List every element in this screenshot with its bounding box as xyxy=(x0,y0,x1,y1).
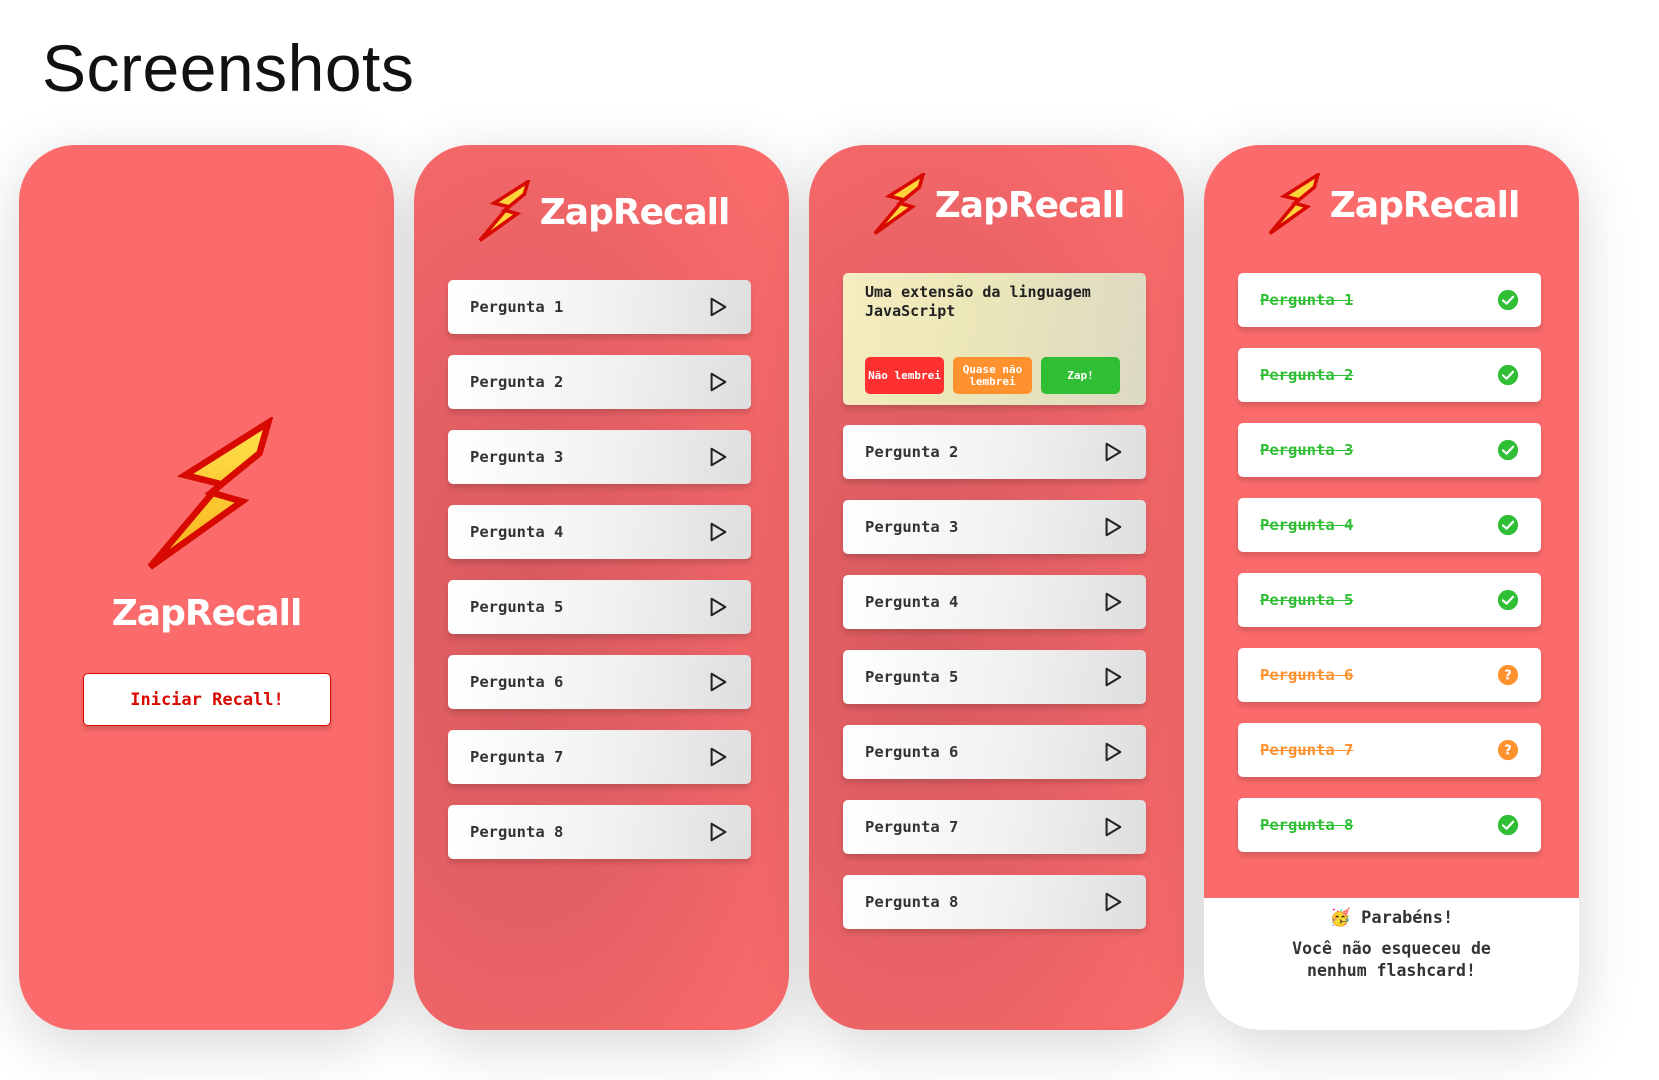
flashcard-label: Pergunta 1 xyxy=(1260,291,1354,309)
flashcard-closed[interactable]: Pergunta 6 xyxy=(843,725,1146,779)
flashcard-label: Pergunta 3 xyxy=(1260,441,1354,459)
play-icon[interactable] xyxy=(707,446,729,468)
app-name: ZapRecall xyxy=(111,593,303,634)
page-title: Screenshots xyxy=(42,31,415,105)
app-name: ZapRecall xyxy=(1329,184,1521,226)
play-icon[interactable] xyxy=(1102,816,1124,838)
lightning-logo-icon xyxy=(873,173,925,235)
svg-text:?: ? xyxy=(1504,669,1511,684)
flashcard-label: Pergunta 3 xyxy=(865,518,959,536)
play-icon[interactable] xyxy=(707,596,729,618)
flashcard-label: Pergunta 5 xyxy=(865,668,959,686)
flashcard-label: Pergunta 4 xyxy=(1260,516,1354,534)
flashcard-label: Pergunta 5 xyxy=(470,598,564,616)
play-icon[interactable] xyxy=(1102,441,1124,463)
flashcard-closed[interactable]: Pergunta 2 xyxy=(448,355,751,409)
check-circle-icon xyxy=(1497,814,1519,836)
deck-screen: ZapRecall Pergunta 1 Pergunta 2 Pergunta 3… xyxy=(414,145,789,1030)
header-logo: ZapRecall xyxy=(1204,173,1579,237)
flashcard-closed[interactable]: Pergunta 1 xyxy=(448,280,751,334)
zap-button[interactable]: Zap! xyxy=(1041,357,1120,394)
flashcard-closed[interactable]: Pergunta 7 xyxy=(843,800,1146,854)
flashcard-result: Pergunta 6? xyxy=(1238,648,1541,702)
flashcard-label: Pergunta 1 xyxy=(470,298,564,316)
flashcard-label: Pergunta 6 xyxy=(1260,666,1354,684)
flashcard-closed[interactable]: Pergunta 8 xyxy=(448,805,751,859)
flashcard-label: Pergunta 5 xyxy=(1260,591,1354,609)
congrats-text: 🥳 Parabéns! xyxy=(1329,908,1454,928)
flashcard-closed[interactable]: Pergunta 2 xyxy=(843,425,1146,479)
play-icon[interactable] xyxy=(1102,591,1124,613)
svg-text:?: ? xyxy=(1504,744,1511,759)
flashcard-closed[interactable]: Pergunta 5 xyxy=(843,650,1146,704)
check-circle-icon xyxy=(1497,289,1519,311)
flashcard-closed[interactable]: Pergunta 4 xyxy=(448,505,751,559)
flashcard-result: Pergunta 2 xyxy=(1238,348,1541,402)
app-name: ZapRecall xyxy=(934,184,1126,226)
flashcard-label: Pergunta 2 xyxy=(865,443,959,461)
flashcard-result: Pergunta 7? xyxy=(1238,723,1541,777)
flashcard-label: Pergunta 7 xyxy=(1260,741,1354,759)
help-circle-icon: ? xyxy=(1497,664,1519,686)
flashcard-label: Pergunta 4 xyxy=(865,593,959,611)
results-message: Você não esqueceu de nenhum flashcard! xyxy=(1292,939,1491,980)
header-logo: ZapRecall xyxy=(414,180,789,244)
app-name: ZapRecall xyxy=(539,191,731,233)
almost-forgot-button[interactable]: Quase não lembrei xyxy=(953,357,1032,394)
start-recall-button[interactable]: Iniciar Recall! xyxy=(83,673,331,726)
play-icon[interactable] xyxy=(1102,666,1124,688)
play-icon[interactable] xyxy=(1102,516,1124,538)
flashcard-label: Pergunta 7 xyxy=(470,748,564,766)
welcome-screen: ZapRecall Iniciar Recall! xyxy=(19,145,394,1030)
forgot-button[interactable]: Não lembrei xyxy=(865,357,944,394)
flashcard-result: Pergunta 4 xyxy=(1238,498,1541,552)
flashcard-result: Pergunta 8 xyxy=(1238,798,1541,852)
header-logo: ZapRecall xyxy=(809,173,1184,237)
open-flashcard: Uma extensão da linguagem JavaScript Não… xyxy=(843,273,1146,405)
welcome-logo: ZapRecall xyxy=(19,417,394,634)
flashcard-label: Pergunta 4 xyxy=(470,523,564,541)
play-icon[interactable] xyxy=(1102,741,1124,763)
help-circle-icon: ? xyxy=(1497,739,1519,761)
flashcard-closed[interactable]: Pergunta 6 xyxy=(448,655,751,709)
flashcard-label: Pergunta 2 xyxy=(1260,366,1354,384)
flashcard-closed[interactable]: Pergunta 7 xyxy=(448,730,751,784)
play-icon[interactable] xyxy=(707,746,729,768)
flashcard-label: Pergunta 3 xyxy=(470,448,564,466)
answer-screen: ZapRecall Uma extensão da linguagem Java… xyxy=(809,145,1184,1030)
flashcard-label: Pergunta 8 xyxy=(470,823,564,841)
play-icon[interactable] xyxy=(707,671,729,693)
flashcard-result: Pergunta 5 xyxy=(1238,573,1541,627)
play-icon[interactable] xyxy=(1102,891,1124,913)
flashcard-label: Pergunta 7 xyxy=(865,818,959,836)
lightning-logo-icon xyxy=(147,417,273,570)
flashcard-closed[interactable]: Pergunta 4 xyxy=(843,575,1146,629)
play-icon[interactable] xyxy=(707,821,729,843)
flashcard-result: Pergunta 1 xyxy=(1238,273,1541,327)
results-footer: 🥳 Parabéns! Você não esqueceu de nenhum … xyxy=(1204,898,1579,1030)
flashcard-answer-text: Uma extensão da linguagem JavaScript xyxy=(865,283,1091,320)
flashcard-label: Pergunta 8 xyxy=(1260,816,1354,834)
lightning-logo-icon xyxy=(1268,173,1320,235)
check-circle-icon xyxy=(1497,364,1519,386)
check-circle-icon xyxy=(1497,514,1519,536)
flashcard-label: Pergunta 6 xyxy=(470,673,564,691)
flashcard-closed[interactable]: Pergunta 8 xyxy=(843,875,1146,929)
flashcard-label: Pergunta 2 xyxy=(470,373,564,391)
flashcard-label: Pergunta 8 xyxy=(865,893,959,911)
lightning-logo-icon xyxy=(478,180,530,242)
flashcard-result: Pergunta 3 xyxy=(1238,423,1541,477)
play-icon[interactable] xyxy=(707,296,729,318)
flashcard-label: Pergunta 6 xyxy=(865,743,959,761)
results-screen: ZapRecall Pergunta 1 Pergunta 2 Pergunta 3… xyxy=(1204,145,1579,1030)
check-circle-icon xyxy=(1497,439,1519,461)
flashcard-closed[interactable]: Pergunta 3 xyxy=(448,430,751,484)
check-circle-icon xyxy=(1497,589,1519,611)
flashcard-closed[interactable]: Pergunta 5 xyxy=(448,580,751,634)
play-icon[interactable] xyxy=(707,521,729,543)
flashcard-closed[interactable]: Pergunta 3 xyxy=(843,500,1146,554)
play-icon[interactable] xyxy=(707,371,729,393)
